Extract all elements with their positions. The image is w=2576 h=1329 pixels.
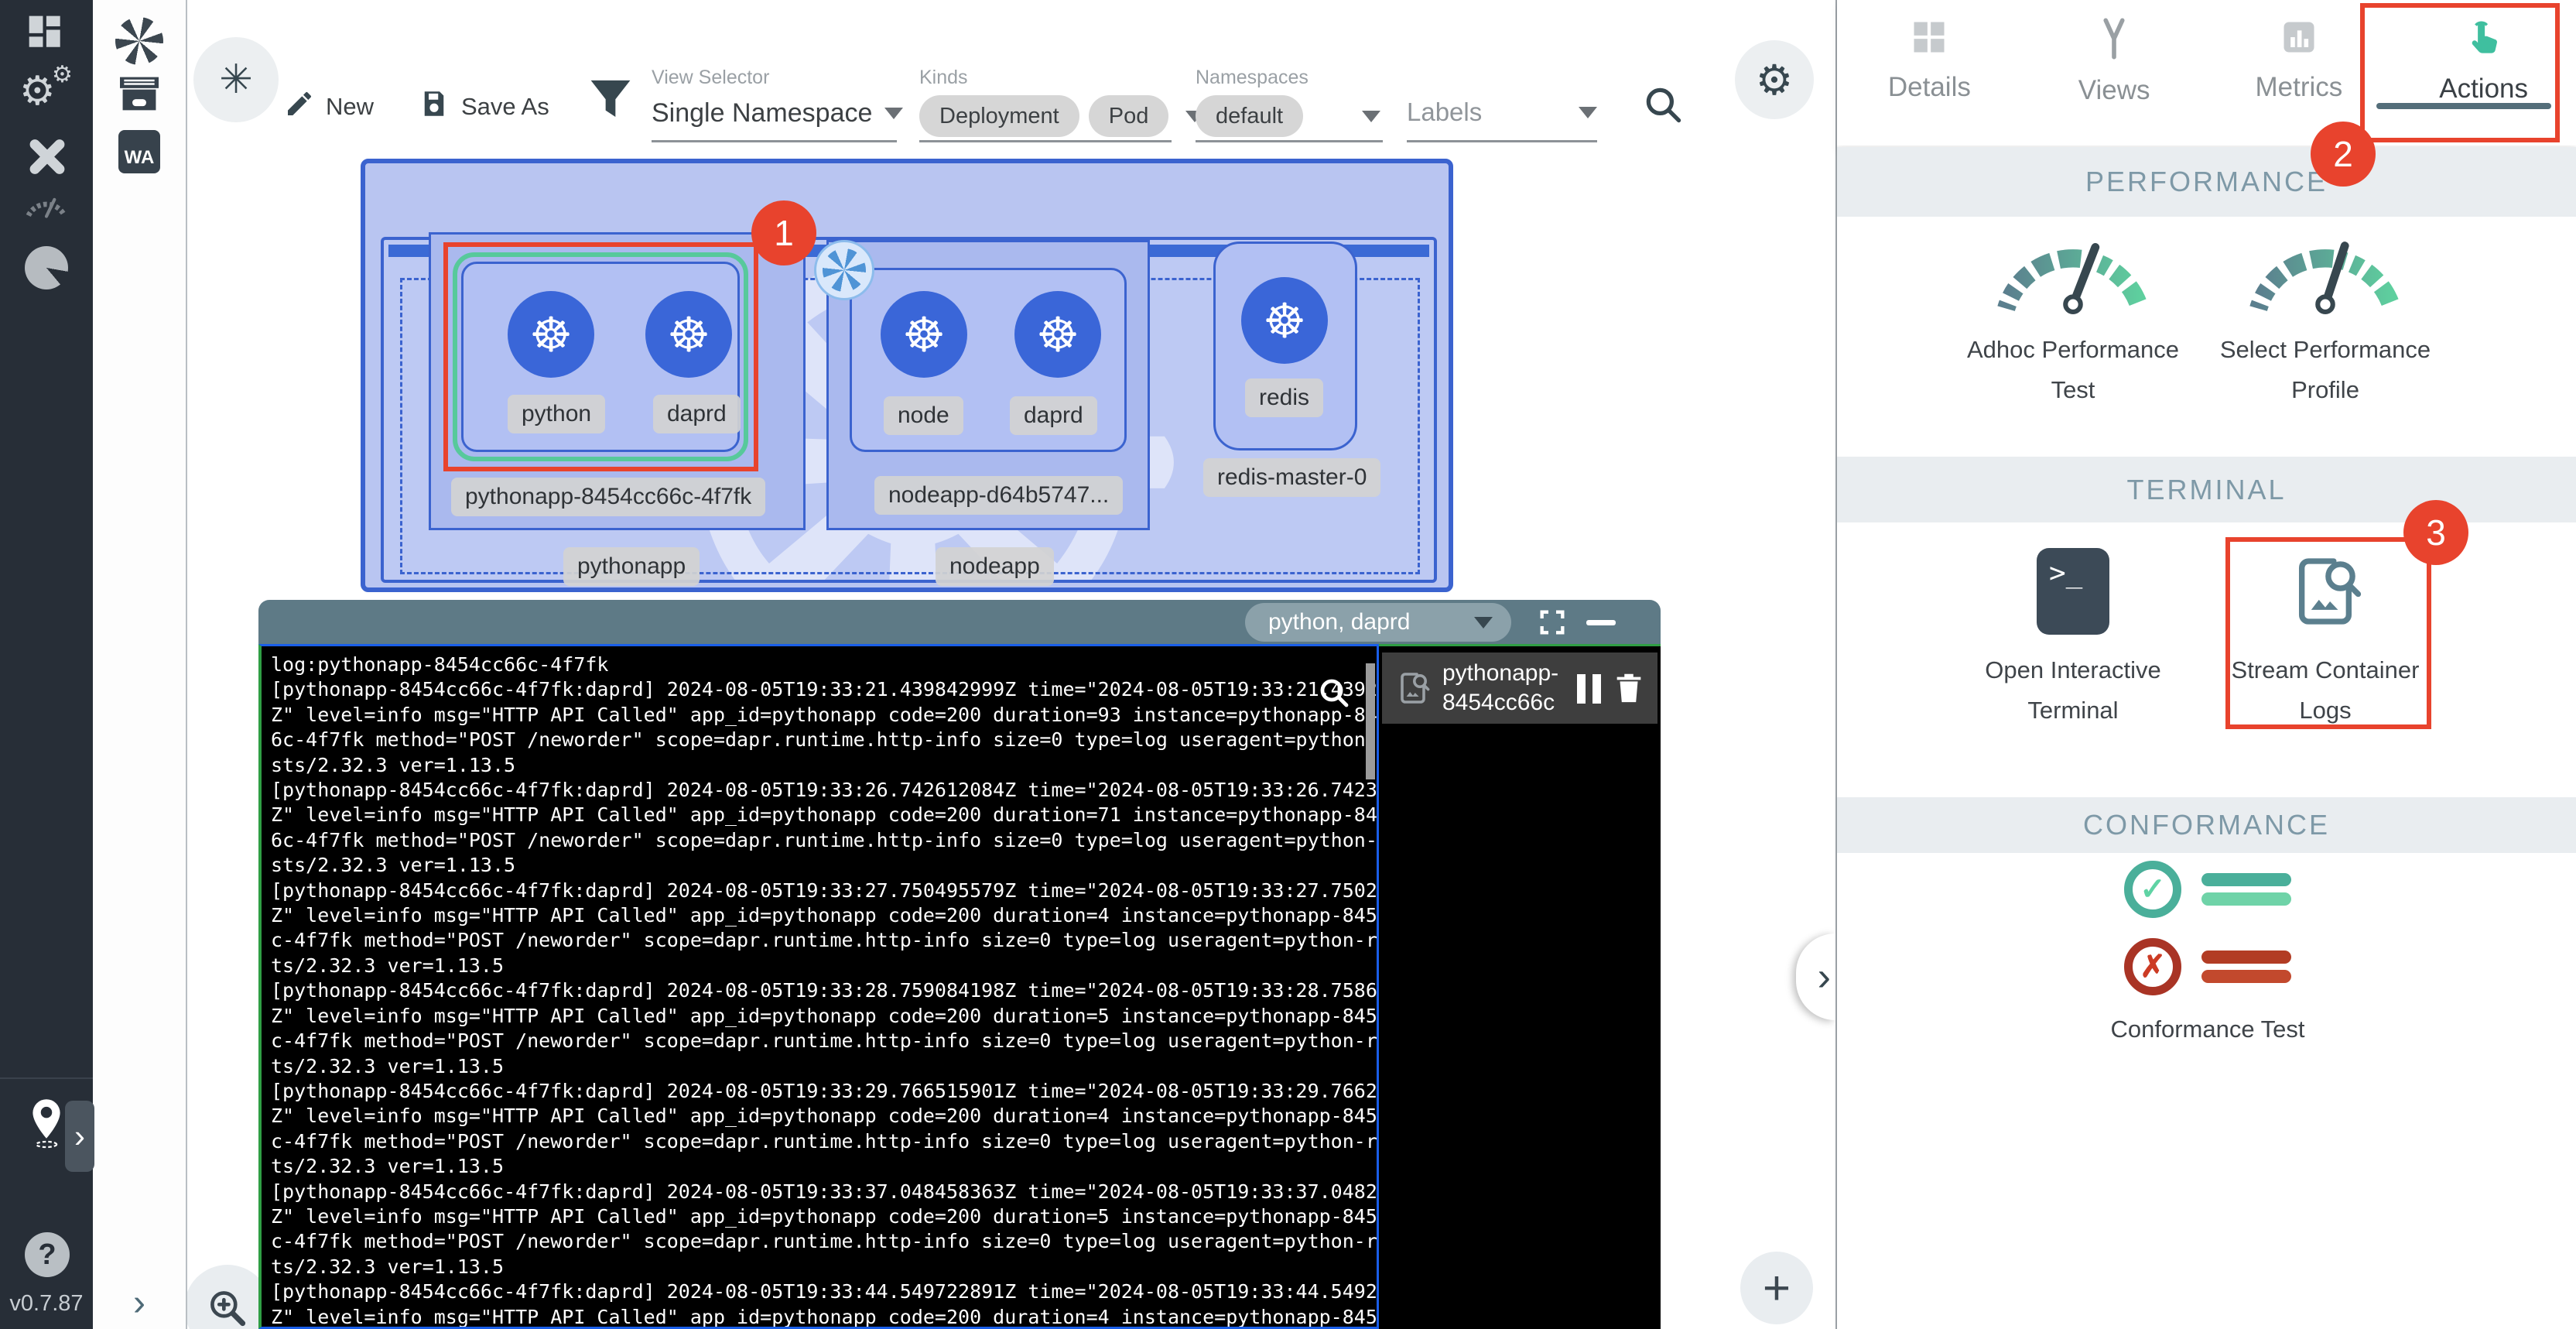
chevron-down-icon	[1474, 617, 1493, 629]
terminal-header[interactable]: python, daprd	[258, 600, 1661, 644]
stream-logs-icon	[1394, 670, 1432, 711]
tab-details[interactable]: Details	[1837, 0, 2022, 146]
rail-expand-chevron[interactable]: ›	[93, 1282, 186, 1324]
view-selector[interactable]: View Selector Single Namespace	[652, 67, 903, 128]
pod-name-label: redis-master-0	[1203, 458, 1380, 497]
log-terminal-window: python, daprd log:pythonapp-8454cc66c-4f…	[258, 600, 1661, 1329]
section-header-terminal: TERMINAL	[1837, 457, 2576, 522]
delete-stream-icon[interactable]	[1611, 670, 1647, 709]
container-label: redis	[1245, 378, 1323, 417]
log-streams-panel: pythonapp- 8454cc66c	[1379, 644, 1661, 1329]
container-label: daprd	[1010, 396, 1097, 435]
labels-filter[interactable]: Labels	[1407, 98, 1597, 127]
deployment-name-label: pythonapp	[563, 547, 700, 586]
dashboard-icon[interactable]	[0, 11, 93, 56]
chevron-down-icon	[884, 108, 903, 119]
panel-collapse-handle[interactable]: ›	[1796, 933, 1835, 1020]
left-sidebar: ⚙⚙ › ? v0.7.87	[0, 0, 93, 1329]
views-icon	[2094, 17, 2134, 64]
pie-chart-icon[interactable]	[0, 246, 93, 289]
log-output-area[interactable]: log:pythonapp-8454cc66c-4f7fk [pythonapp…	[258, 644, 1379, 1329]
save-as-button[interactable]: Save As	[418, 88, 549, 125]
minimize-icon[interactable]	[1586, 620, 1616, 625]
select-performance-profile-action[interactable]: Select Performance Profile	[2198, 223, 2453, 404]
container-redis[interactable]: ☸	[1241, 277, 1328, 364]
open-interactive-terminal-action[interactable]: >_ Open Interactive Terminal	[1945, 543, 2201, 724]
new-button[interactable]: New	[284, 88, 374, 125]
floppy-icon	[418, 87, 450, 126]
section-header-performance: PERFORMANCE	[1837, 147, 2576, 217]
search-icon[interactable]	[1640, 82, 1685, 131]
section-header-conformance: CONFORMANCE	[1837, 797, 2576, 853]
graph-logo-button[interactable]: ✳	[193, 37, 279, 122]
annotation-box-1	[443, 242, 758, 471]
dapr-badge-icon	[814, 240, 874, 300]
right-panel: Details Views Metrics Actions 2 PERFORMA…	[1835, 0, 2576, 1329]
kind-chip[interactable]: Deployment	[919, 95, 1079, 137]
pause-stream-icon[interactable]	[1577, 674, 1601, 704]
conformance-test-action[interactable]: ✓ ✗ Conformance Test	[2053, 861, 2362, 1043]
namespaces-filter[interactable]: Namespaces default	[1196, 67, 1380, 137]
chevron-down-icon	[1579, 107, 1597, 118]
main-canvas-area: ✳ New Save As View Selector Single Names…	[187, 0, 1835, 1329]
gauge-icon[interactable]	[0, 186, 93, 221]
log-text: log:pythonapp-8454cc66c-4f7fk [pythonapp…	[262, 646, 1377, 1329]
deployment-name-label: nodeapp	[936, 547, 1054, 586]
help-button[interactable]: ?	[25, 1232, 70, 1277]
annotation-box-2	[2360, 3, 2560, 142]
tab-views[interactable]: Views	[2022, 0, 2207, 146]
details-grid-icon	[1909, 17, 1949, 61]
chevron-down-icon	[1362, 111, 1380, 122]
terminal-icon: >_	[1945, 543, 2201, 639]
settings-gear-button[interactable]: ⚙	[1735, 40, 1814, 119]
adhoc-performance-test-action[interactable]: Adhoc Performance Test	[1945, 223, 2201, 404]
kind-chip[interactable]: Pod	[1089, 95, 1169, 137]
pencil-icon	[284, 88, 315, 125]
app-rail: WA ›	[93, 0, 187, 1329]
annotation-step-2: 2	[2311, 122, 2376, 187]
log-search-icon[interactable]	[1315, 674, 1353, 715]
gauge-icon	[2198, 223, 2453, 319]
sidebar-expand-handle[interactable]: ›	[65, 1101, 94, 1172]
filter-funnel-icon[interactable]	[588, 77, 633, 129]
kinds-filter[interactable]: Kinds Deployment Pod	[919, 67, 1204, 137]
namespaces-label: Namespaces	[1196, 67, 1380, 89]
kinds-label: Kinds	[919, 67, 1204, 89]
pod-name-label: pythonapp-8454cc66c-4f7fk	[451, 478, 765, 516]
webassembly-icon[interactable]: WA	[93, 130, 186, 173]
version-label: v0.7.87	[0, 1291, 93, 1317]
log-scrollbar[interactable]	[1366, 663, 1375, 779]
tools-icon[interactable]	[0, 130, 93, 180]
sidebar-divider	[0, 1077, 93, 1079]
pod-name-label: nodeapp-d64b5747...	[874, 476, 1123, 515]
gauge-icon	[1945, 223, 2201, 319]
annotation-step-1: 1	[751, 200, 816, 265]
view-selector-label: View Selector	[652, 67, 903, 89]
log-stream-item[interactable]: pythonapp- 8454cc66c	[1382, 653, 1657, 724]
fullscreen-icon[interactable]	[1537, 607, 1568, 642]
container-label: node	[884, 396, 963, 435]
dapr-pinwheel-icon[interactable]	[93, 17, 186, 65]
add-button[interactable]: +	[1740, 1252, 1813, 1324]
app-root: ⚙⚙ › ? v0.7.87 WA › ✳	[0, 0, 2576, 1329]
annotation-box-3	[2225, 537, 2431, 729]
annotation-step-3: 3	[2403, 500, 2468, 565]
metrics-chart-icon	[2279, 17, 2319, 61]
conformance-pass-icon: ✓	[2053, 861, 2362, 918]
container-daprd[interactable]: ☸	[1014, 291, 1101, 378]
container-selector-dropdown[interactable]: python, daprd	[1245, 603, 1511, 642]
settings-gears-icon[interactable]: ⚙⚙	[0, 67, 93, 116]
container-node[interactable]: ☸	[881, 291, 967, 378]
conformance-fail-icon: ✗	[2053, 938, 2362, 995]
archive-icon[interactable]	[93, 74, 186, 113]
namespace-chip[interactable]: default	[1196, 95, 1303, 137]
